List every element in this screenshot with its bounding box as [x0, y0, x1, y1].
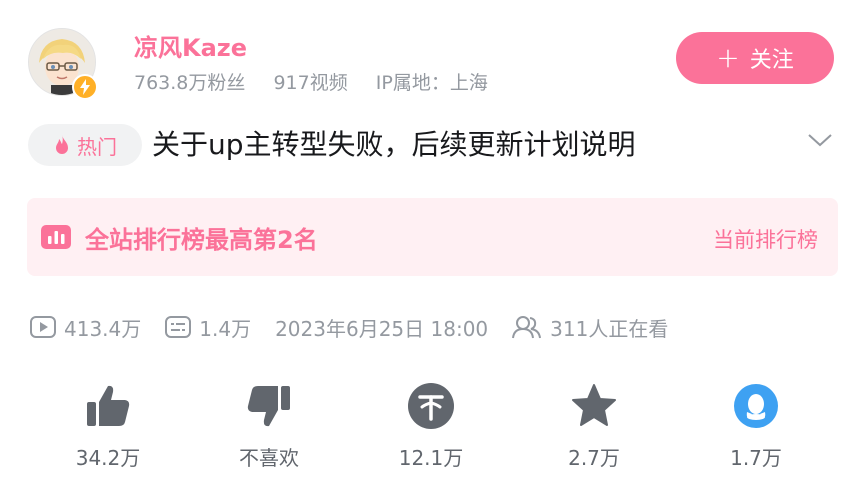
- thumbs-down-icon: [247, 386, 290, 427]
- ranking-banner[interactable]: 全站排行榜最高第2名 当前排行榜: [27, 198, 838, 276]
- share-button[interactable]: 1.7万: [696, 378, 816, 471]
- hot-tag-label: 热门: [77, 134, 117, 159]
- ip-location: IP属地：上海: [375, 72, 488, 94]
- flame-icon: [56, 135, 68, 154]
- people-icon: [512, 316, 542, 339]
- author-header: 凉风Kaze 763.8万粉丝 917视频 IP属地：上海 + 关注: [28, 24, 834, 100]
- action-bar: 34.2万 不喜欢 12.1万 2.7万 1.7万: [0, 378, 864, 474]
- plus-icon: +: [716, 41, 740, 74]
- danmaku-count: 1.4万: [165, 313, 251, 342]
- favorite-button[interactable]: 2.7万: [534, 378, 654, 471]
- coin-button[interactable]: 12.1万: [371, 378, 491, 471]
- danmaku-count-value: 1.4万: [199, 316, 252, 341]
- ranking-text: 全站排行榜最高第2名: [85, 226, 318, 254]
- video-title: 关于up主转型失败，后续更新计划说明: [152, 128, 636, 161]
- watching-count-value: 311人正在看: [550, 316, 669, 341]
- thumbs-up-icon: [87, 385, 130, 426]
- stats-row: 413.4万 1.4万 2023年6月25日 18:00 311人正在看: [30, 310, 692, 344]
- title-row: 热门 关于up主转型失败，后续更新计划说明: [28, 124, 834, 168]
- current-ranking-link[interactable]: 当前排行榜: [713, 224, 818, 254]
- watching-count: 311人正在看: [512, 313, 668, 342]
- publish-date: 2023年6月25日 18:00: [275, 313, 488, 342]
- author-meta: 763.8万粉丝 917视频 IP属地：上海: [134, 68, 510, 95]
- coin-count: 12.1万: [398, 446, 464, 470]
- follow-label: 关注: [749, 48, 794, 73]
- coin-icon: [408, 383, 454, 429]
- dislike-label: 不喜欢: [239, 446, 299, 470]
- chevron-down-icon[interactable]: [806, 126, 834, 154]
- qq-share-icon: [734, 384, 778, 428]
- like-button[interactable]: 34.2万: [48, 378, 168, 471]
- chart-bars-icon: [41, 225, 71, 249]
- play-icon: [30, 316, 56, 338]
- author-name[interactable]: 凉风Kaze: [134, 28, 247, 63]
- follow-button[interactable]: + 关注: [676, 32, 834, 84]
- favorite-count: 2.7万: [568, 446, 620, 470]
- lightning-badge-icon: [72, 74, 98, 100]
- hot-tag[interactable]: 热门: [28, 124, 142, 166]
- follower-count: 763.8万粉丝: [134, 72, 246, 94]
- star-icon: [572, 384, 616, 426]
- share-count: 1.7万: [730, 446, 782, 470]
- play-count: 413.4万: [30, 313, 141, 342]
- danmaku-icon: [165, 316, 192, 338]
- publish-date-value: 2023年6月25日 18:00: [275, 316, 489, 341]
- dislike-button[interactable]: 不喜欢: [209, 378, 329, 471]
- like-count: 34.2万: [75, 446, 141, 470]
- video-count: 917视频: [273, 72, 348, 94]
- play-count-value: 413.4万: [64, 316, 142, 341]
